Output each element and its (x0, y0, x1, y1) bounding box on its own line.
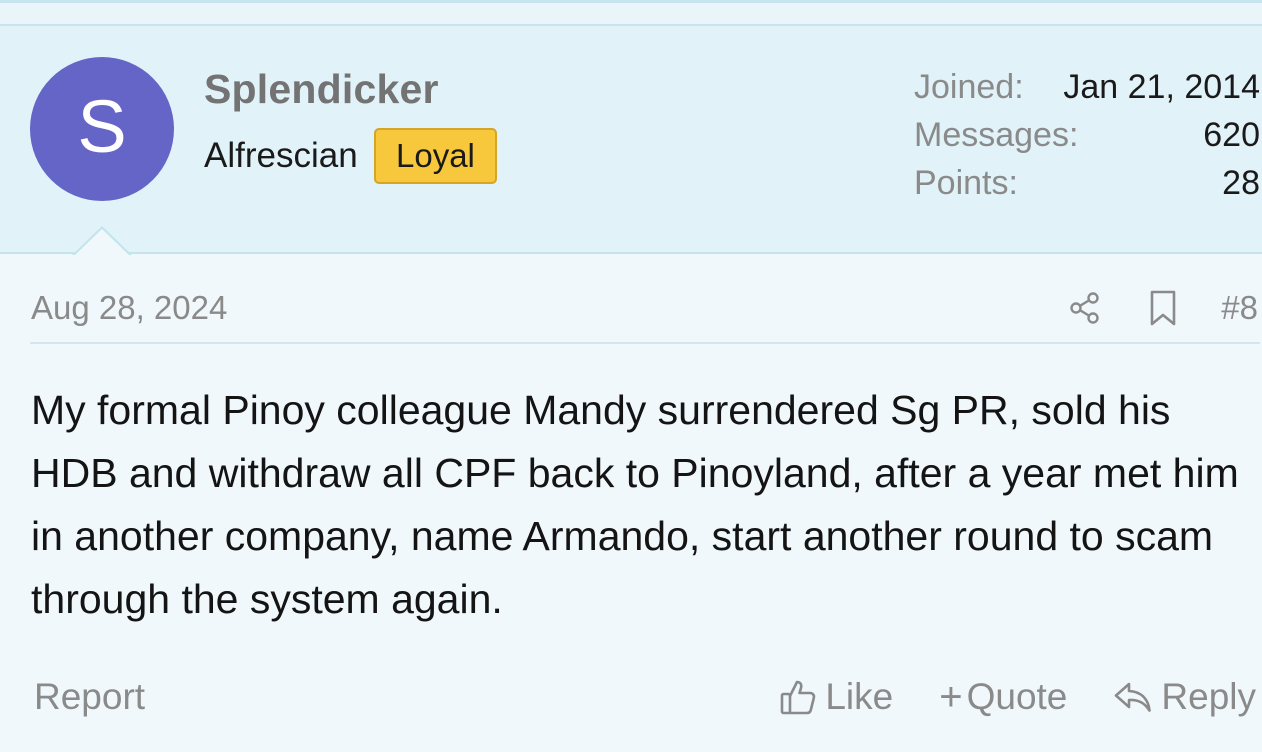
like-button[interactable]: Like (779, 676, 893, 718)
divider (30, 342, 1260, 344)
bookmark-icon[interactable] (1143, 288, 1183, 328)
user-title: Alfrescian (204, 136, 358, 175)
stat-label: Messages: (914, 116, 1079, 154)
stat-messages: Messages: 620 (914, 116, 1260, 164)
reply-arrow-icon (1113, 680, 1153, 714)
avatar[interactable]: S (30, 57, 174, 201)
user-stats: Joined: Jan 21, 2014 Messages: 620 Point… (914, 68, 1260, 212)
reply-button[interactable]: Reply (1113, 676, 1256, 718)
post-user-header: S Splendicker Alfrescian Loyal Joined: J… (0, 26, 1262, 254)
report-link[interactable]: Report (34, 676, 145, 718)
stat-label: Points: (914, 164, 1018, 202)
post-tools: #8 (1065, 286, 1258, 330)
stat-value: Jan 21, 2014 (1063, 68, 1260, 106)
stat-label: Joined: (914, 68, 1024, 106)
post-date-link[interactable]: Aug 28, 2024 (31, 289, 227, 327)
quote-label: Quote (966, 676, 1068, 717)
stat-points: Points: 28 (914, 164, 1260, 212)
forum-post: S Splendicker Alfrescian Loyal Joined: J… (0, 0, 1262, 752)
plus-sign: + (939, 675, 963, 719)
username-link[interactable]: Splendicker (204, 66, 439, 113)
stat-joined: Joined: Jan 21, 2014 (914, 68, 1260, 116)
stat-value: 620 (1203, 116, 1260, 154)
post-message-body: My formal Pinoy colleague Mandy surrende… (31, 387, 1239, 622)
quote-button[interactable]: + Quote (939, 676, 1067, 718)
share-icon[interactable] (1065, 288, 1105, 328)
post-number-link[interactable]: #8 (1221, 289, 1258, 327)
stat-value: 28 (1222, 164, 1260, 202)
header-pointer-fill (74, 229, 130, 256)
thumbs-up-icon (779, 678, 817, 716)
like-label: Like (825, 676, 894, 717)
avatar-letter: S (77, 85, 127, 168)
reply-label: Reply (1161, 676, 1256, 717)
post-actions: Like + Quote Reply (779, 672, 1256, 722)
user-banner-badge: Loyal (374, 128, 497, 184)
previous-post-edge (0, 0, 1262, 26)
